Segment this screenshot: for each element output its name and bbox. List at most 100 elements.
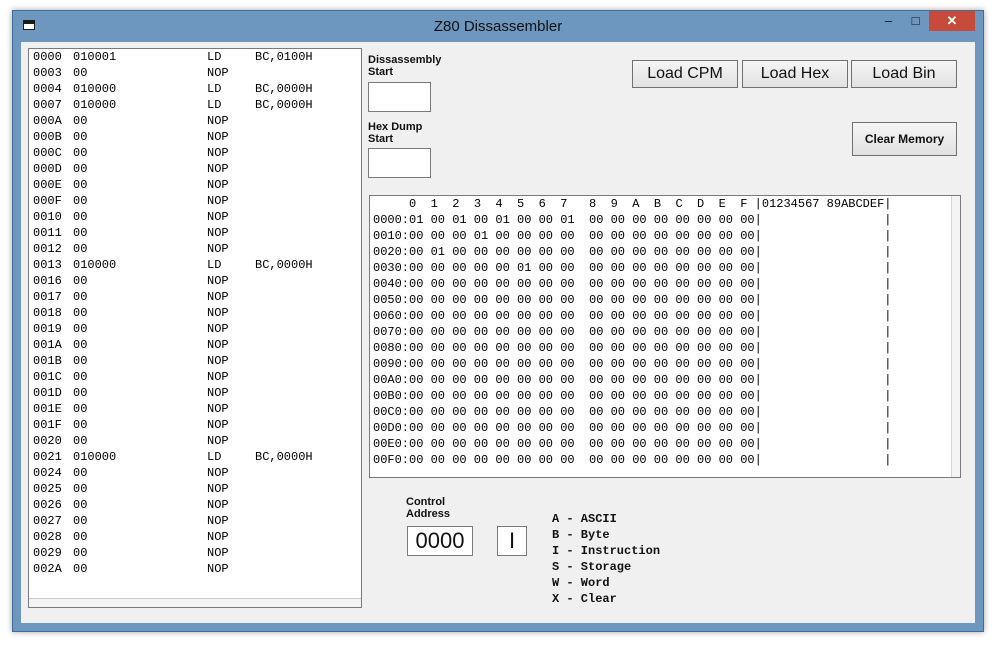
- hex-byte[interactable]: 00: [409, 420, 423, 436]
- hex-byte[interactable]: 00: [495, 436, 509, 452]
- hex-byte[interactable]: 00: [409, 340, 423, 356]
- hex-byte[interactable]: 00: [719, 388, 733, 404]
- hex-byte[interactable]: 00: [431, 324, 445, 340]
- hex-byte[interactable]: 00: [719, 356, 733, 372]
- hex-byte[interactable]: 00: [697, 276, 711, 292]
- hex-byte[interactable]: 00: [431, 212, 445, 228]
- hex-byte[interactable]: 00: [409, 228, 423, 244]
- hex-byte[interactable]: 00: [539, 244, 553, 260]
- hex-row[interactable]: 00B0:00 00 00 00 00 00 00 00 00 00 00 00 00 00 00 00 | |: [370, 388, 960, 404]
- hex-row[interactable]: 0050:00 00 00 00 00 00 00 00 00 00 00 00 00 00 00 00 | |: [370, 292, 960, 308]
- hex-byte[interactable]: 00: [611, 244, 625, 260]
- hex-byte[interactable]: 00: [654, 404, 668, 420]
- hex-byte[interactable]: 00: [517, 324, 531, 340]
- disassembly-row[interactable]: 0007 010000 LD BC,0000H: [29, 97, 361, 113]
- hex-byte[interactable]: 00: [560, 356, 574, 372]
- hex-byte[interactable]: 00: [740, 340, 754, 356]
- hex-byte[interactable]: 00: [409, 324, 423, 340]
- hex-byte[interactable]: 00: [740, 244, 754, 260]
- hex-byte[interactable]: 00: [675, 292, 689, 308]
- hex-byte[interactable]: 00: [740, 436, 754, 452]
- title-bar[interactable]: Z80 Dissassembler – □ ✕: [13, 11, 983, 41]
- hex-byte[interactable]: 00: [452, 356, 466, 372]
- hex-byte[interactable]: 00: [697, 340, 711, 356]
- hex-byte[interactable]: 01: [495, 212, 509, 228]
- hex-byte[interactable]: 00: [632, 420, 646, 436]
- hex-byte[interactable]: 00: [560, 436, 574, 452]
- hex-byte[interactable]: 00: [452, 276, 466, 292]
- hex-byte[interactable]: 00: [654, 244, 668, 260]
- hex-byte[interactable]: 01: [452, 212, 466, 228]
- hex-byte[interactable]: 01: [474, 228, 488, 244]
- hex-byte[interactable]: 00: [719, 340, 733, 356]
- hex-byte[interactable]: 00: [539, 276, 553, 292]
- hex-byte[interactable]: 00: [632, 244, 646, 260]
- hex-byte[interactable]: 00: [409, 436, 423, 452]
- hex-byte[interactable]: 00: [409, 388, 423, 404]
- hex-byte[interactable]: 00: [560, 372, 574, 388]
- hex-byte[interactable]: 00: [409, 372, 423, 388]
- hex-byte[interactable]: 00: [632, 292, 646, 308]
- hex-byte[interactable]: 00: [474, 292, 488, 308]
- hex-byte[interactable]: 00: [474, 404, 488, 420]
- hex-byte[interactable]: 00: [675, 356, 689, 372]
- hex-byte[interactable]: 00: [589, 276, 603, 292]
- hex-byte[interactable]: 00: [654, 372, 668, 388]
- hex-byte[interactable]: 00: [539, 292, 553, 308]
- hex-byte[interactable]: 00: [589, 212, 603, 228]
- hex-byte[interactable]: 00: [611, 260, 625, 276]
- hex-row[interactable]: 00D0:00 00 00 00 00 00 00 00 00 00 00 00 00 00 00 00 | |: [370, 420, 960, 436]
- hex-byte[interactable]: 00: [611, 452, 625, 468]
- hex-byte[interactable]: 00: [697, 372, 711, 388]
- hex-byte[interactable]: 00: [452, 244, 466, 260]
- hex-byte[interactable]: 00: [675, 244, 689, 260]
- hex-byte[interactable]: 00: [409, 452, 423, 468]
- hex-byte[interactable]: 00: [719, 372, 733, 388]
- hex-row[interactable]: 0000:01 00 01 00 01 00 00 01 00 00 00 00 00 00 00 00 | |: [370, 212, 960, 228]
- hex-byte[interactable]: 00: [719, 324, 733, 340]
- hex-byte[interactable]: 00: [431, 356, 445, 372]
- hex-byte[interactable]: 00: [431, 340, 445, 356]
- hex-row[interactable]: 0040:00 00 00 00 00 00 00 00 00 00 00 00 00 00 00 00 | |: [370, 276, 960, 292]
- hex-byte[interactable]: 00: [495, 308, 509, 324]
- hex-byte[interactable]: 00: [517, 436, 531, 452]
- disassembly-row[interactable]: 001F 00 NOP: [29, 417, 361, 433]
- disassembly-row[interactable]: 002A 00 NOP: [29, 561, 361, 577]
- disassembly-row[interactable]: 0019 00 NOP: [29, 321, 361, 337]
- hex-byte[interactable]: 00: [517, 228, 531, 244]
- hex-byte[interactable]: 00: [611, 324, 625, 340]
- hex-byte[interactable]: 00: [474, 244, 488, 260]
- hex-byte[interactable]: 00: [495, 340, 509, 356]
- hex-byte[interactable]: 01: [517, 260, 531, 276]
- hex-byte[interactable]: 00: [431, 436, 445, 452]
- disassembly-row[interactable]: 000B 00 NOP: [29, 129, 361, 145]
- hex-byte[interactable]: 00: [611, 340, 625, 356]
- disassembly-row[interactable]: 0021 010000 LD BC,0000H: [29, 449, 361, 465]
- hex-byte[interactable]: 00: [409, 244, 423, 260]
- hex-byte[interactable]: 00: [632, 356, 646, 372]
- disassembly-row[interactable]: 001B 00 NOP: [29, 353, 361, 369]
- hex-byte[interactable]: 00: [697, 244, 711, 260]
- hex-byte[interactable]: 00: [474, 308, 488, 324]
- hex-byte[interactable]: 00: [611, 388, 625, 404]
- hex-byte[interactable]: 01: [431, 244, 445, 260]
- hex-byte[interactable]: 00: [517, 452, 531, 468]
- hex-byte[interactable]: 00: [452, 292, 466, 308]
- hex-byte[interactable]: 00: [611, 276, 625, 292]
- hex-row[interactable]: 0020:00 01 00 00 00 00 00 00 00 00 00 00 00 00 00 00 | |: [370, 244, 960, 260]
- hex-byte[interactable]: 00: [589, 436, 603, 452]
- hex-byte[interactable]: 00: [675, 372, 689, 388]
- hex-byte[interactable]: 00: [654, 260, 668, 276]
- hex-byte[interactable]: 00: [452, 260, 466, 276]
- disassembly-row[interactable]: 0003 00 NOP: [29, 65, 361, 81]
- hex-byte[interactable]: 00: [589, 324, 603, 340]
- hex-byte[interactable]: 00: [409, 356, 423, 372]
- hex-byte[interactable]: 00: [517, 308, 531, 324]
- load-cpm-button[interactable]: Load CPM: [632, 60, 738, 88]
- hex-row[interactable]: 0090:00 00 00 00 00 00 00 00 00 00 00 00 00 00 00 00 | |: [370, 356, 960, 372]
- hex-byte[interactable]: 00: [474, 356, 488, 372]
- hex-byte[interactable]: 00: [474, 388, 488, 404]
- hex-byte[interactable]: 00: [675, 228, 689, 244]
- hex-row[interactable]: 00C0:00 00 00 00 00 00 00 00 00 00 00 00 00 00 00 00 | |: [370, 404, 960, 420]
- hex-byte[interactable]: 00: [431, 372, 445, 388]
